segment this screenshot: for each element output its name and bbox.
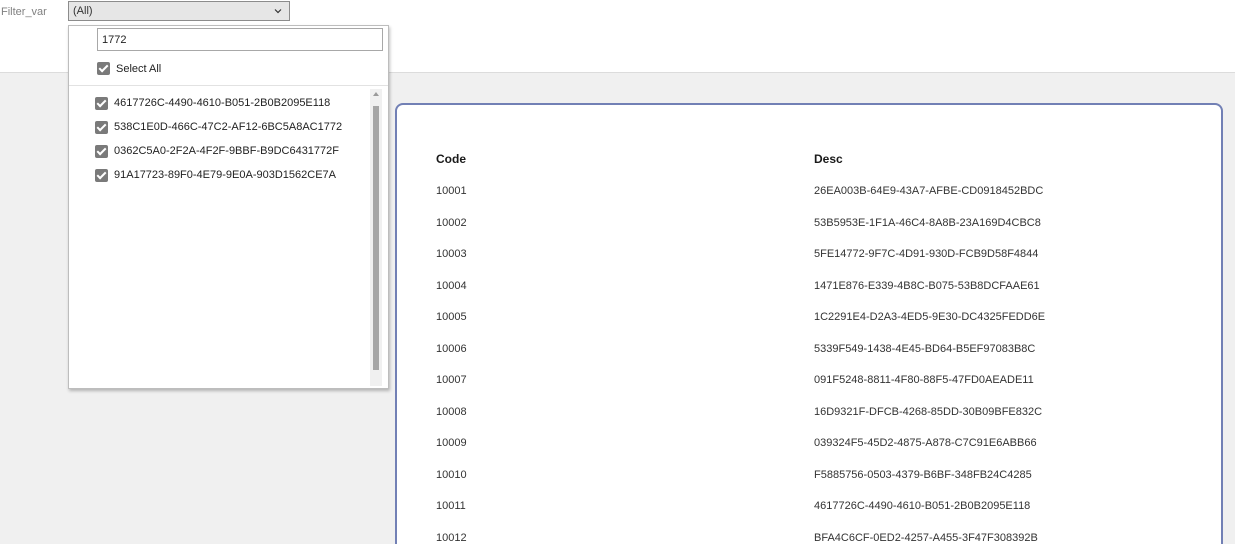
- chevron-down-icon: [274, 9, 282, 14]
- code-cell: 10006: [436, 342, 467, 355]
- code-cell: 10011: [436, 500, 466, 512]
- table-row: 10007 091F5248-8811-4F80-88F5-47FD0AEADE1…: [436, 371, 1216, 403]
- filter-options-list: 4617726C-4490-4610-B051-2B0B2095E118 538…: [95, 91, 365, 187]
- filter-option[interactable]: 4617726C-4490-4610-B051-2B0B2095E118: [95, 91, 365, 115]
- column-header-code[interactable]: Code: [436, 152, 466, 166]
- column-header-desc[interactable]: Desc: [814, 152, 843, 166]
- code-cell: 10004: [436, 279, 467, 292]
- table-row: 10002 53B5953E-1F1A-46C4-8A8B-23A169D4CBC…: [436, 214, 1216, 246]
- desc-cell: 1C2291E4-D2A3-4ED5-9E30-DC4325FEDD6E: [814, 311, 1046, 323]
- table-row: 10006 5339F549-1438-4E45-BD64-B5EF97083B8…: [436, 340, 1216, 372]
- option-checkbox[interactable]: [95, 144, 108, 158]
- filter-label: Filter_var: [1, 6, 47, 18]
- filter-option[interactable]: 0362C5A0-2F2A-4F2F-9BBF-B9DC6431772F: [95, 139, 365, 163]
- scrollbar-thumb[interactable]: [373, 106, 379, 370]
- table-row: 10008 16D9321F-DFCB-4268-85DD-30B09BFE832…: [436, 403, 1216, 435]
- desc-cell: 16D9321F-DFCB-4268-85DD-30B09BFE832C: [814, 405, 1043, 418]
- desc-cell: 091F5248-8811-4F80-88F5-47FD0AEADE11: [814, 374, 1034, 386]
- code-cell: 10008: [436, 405, 467, 418]
- option-label: 91A17723-89F0-4E79-9E0A-903D1562CE7A: [114, 169, 336, 181]
- table-row: 10011 4617726C-4490-4610-B051-2B0B2095E11…: [436, 497, 1216, 529]
- desc-cell: 5339F549-1438-4E45-BD64-B5EF97083B8C: [814, 342, 1036, 355]
- code-cell: 10010: [436, 468, 467, 481]
- code-cell: 10003: [436, 248, 467, 260]
- select-all-option[interactable]: Select All: [97, 62, 161, 75]
- code-cell: 10001: [436, 185, 467, 197]
- scroll-up-icon[interactable]: [373, 92, 379, 96]
- filter-option[interactable]: 538C1E0D-466C-47C2-AF12-6BC5A8AC1772: [95, 115, 365, 139]
- table-row: 10009 039324F5-45D2-4875-A878-C7C91E6ABB6…: [436, 434, 1216, 466]
- filter-option[interactable]: 91A17723-89F0-4E79-9E0A-903D1562CE7A: [95, 163, 365, 187]
- option-checkbox[interactable]: [95, 120, 108, 134]
- desc-cell: 1471E876-E339-4B8C-B075-53B8DCFAAE61: [814, 279, 1040, 292]
- table-body: 10001 26EA003B-64E9-43A7-AFBE-CD0918452BD…: [436, 182, 1216, 544]
- filter-dropdown[interactable]: (All): [68, 1, 290, 21]
- table-row: 10005 1C2291E4-D2A3-4ED5-9E30-DC4325FEDD6…: [436, 308, 1216, 340]
- filter-dropdown-panel: Select All 4617726C-4490-4610-B051-2B0B2…: [68, 25, 389, 389]
- code-cell: 10007: [436, 374, 467, 386]
- code-cell: 10005: [436, 311, 467, 323]
- desc-cell: 53B5953E-1F1A-46C4-8A8B-23A169D4CBC8: [814, 216, 1041, 229]
- desc-cell: F5885756-0503-4379-B6BF-348FB24C4285: [814, 468, 1032, 481]
- option-checkbox[interactable]: [95, 168, 108, 182]
- table-row: 10003 5FE14772-9F7C-4D91-930D-FCB9D58F484…: [436, 245, 1216, 277]
- divider: [69, 85, 388, 86]
- code-cell: 10012: [436, 531, 467, 544]
- table-row: 10012 BFA4C6CF-0ED2-4257-A455-3F47F308392…: [436, 529, 1216, 544]
- table-row: 10001 26EA003B-64E9-43A7-AFBE-CD0918452BD…: [436, 182, 1216, 214]
- desc-cell: 4617726C-4490-4610-B051-2B0B2095E118: [814, 500, 1031, 512]
- desc-cell: 26EA003B-64E9-43A7-AFBE-CD0918452BDC: [814, 185, 1044, 197]
- option-label: 4617726C-4490-4610-B051-2B0B2095E118: [114, 97, 331, 109]
- select-all-label: Select All: [116, 62, 162, 75]
- table-row: 10010 F5885756-0503-4379-B6BF-348FB24C428…: [436, 466, 1216, 498]
- filter-selected-value: (All): [73, 5, 93, 17]
- option-checkbox[interactable]: [95, 96, 108, 110]
- option-label: 538C1E0D-466C-47C2-AF12-6BC5A8AC1772: [114, 121, 343, 133]
- table-card: Code Desc 10001 26EA003B-64E9-43A7-AFBE-C…: [395, 103, 1223, 544]
- filter-search-input[interactable]: [97, 28, 383, 51]
- desc-cell: 5FE14772-9F7C-4D91-930D-FCB9D58F4844: [814, 248, 1039, 260]
- table-row: 10004 1471E876-E339-4B8C-B075-53B8DCFAAE6…: [436, 277, 1216, 309]
- desc-cell: BFA4C6CF-0ED2-4257-A455-3F47F308392B: [814, 531, 1038, 544]
- code-cell: 10002: [436, 216, 467, 229]
- select-all-checkbox[interactable]: [97, 62, 110, 75]
- option-label: 0362C5A0-2F2A-4F2F-9BBF-B9DC6431772F: [114, 145, 340, 157]
- desc-cell: 039324F5-45D2-4875-A878-C7C91E6ABB66: [814, 437, 1037, 449]
- code-cell: 10009: [436, 437, 467, 449]
